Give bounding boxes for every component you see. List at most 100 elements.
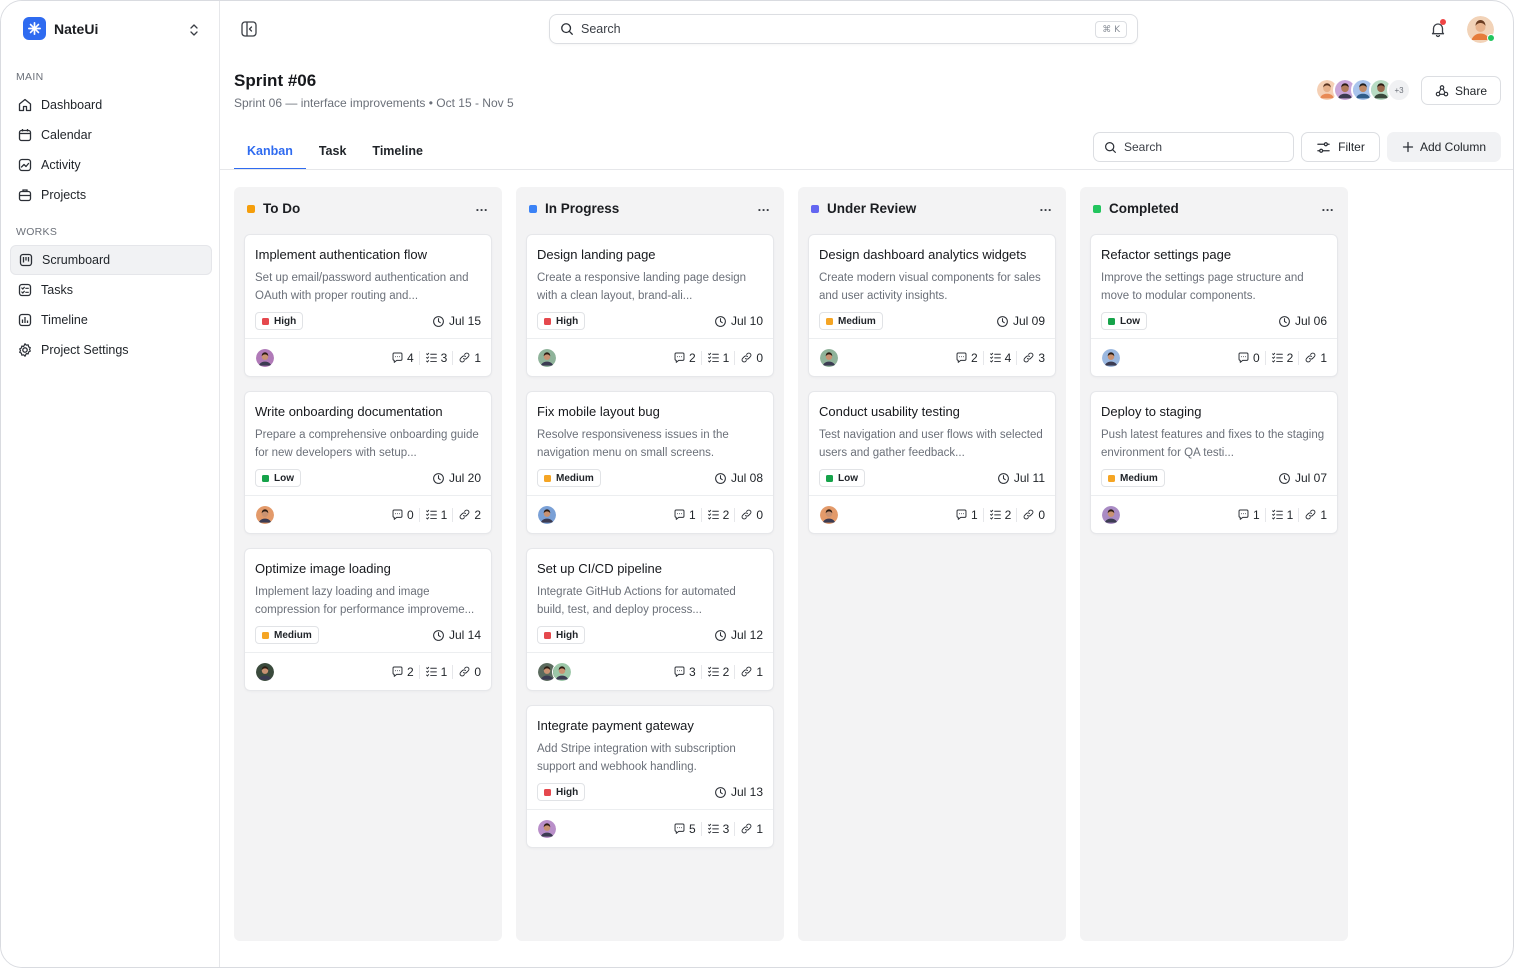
subtask-count[interactable]: 2 [700, 507, 735, 522]
task-card[interactable]: Integrate payment gateway Add Stripe inte… [526, 705, 774, 848]
assignee-avatars[interactable] [1101, 347, 1121, 368]
search-icon [561, 23, 573, 35]
card-title: Deploy to staging [1101, 404, 1202, 419]
priority-label: Medium [556, 472, 594, 484]
task-card[interactable]: Deploy to staging Push latest features an… [1090, 391, 1338, 534]
comment-count[interactable]: 2 [386, 665, 419, 679]
sidebar-item-timeline[interactable]: Timeline [10, 305, 212, 335]
card-description: Improve the settings page structure and … [1101, 272, 1304, 302]
assignee-avatars[interactable] [255, 661, 275, 682]
link-count[interactable]: 0 [1016, 507, 1045, 522]
task-card[interactable]: Implement authentication flow Set up emai… [244, 234, 492, 377]
link-count[interactable]: 1 [734, 664, 763, 679]
chevron-updown-icon[interactable] [187, 22, 201, 38]
subtask-count[interactable]: 1 [1264, 507, 1299, 522]
task-card[interactable]: Optimize image loading Implement lazy loa… [244, 548, 492, 691]
link-count[interactable]: 1 [1298, 350, 1327, 365]
link-count[interactable]: 2 [452, 507, 481, 522]
comment-count[interactable]: 5 [668, 822, 701, 836]
assignee-avatars[interactable] [819, 347, 839, 368]
subtask-count[interactable]: 2 [700, 664, 735, 679]
sidebar-item-projects[interactable]: Projects [10, 180, 212, 210]
subtask-count[interactable]: 2 [1264, 350, 1299, 365]
comment-count[interactable]: 0 [1232, 351, 1265, 365]
extra-members-count: +3 [1387, 78, 1411, 102]
priority-label: Medium [838, 315, 876, 327]
link-count-value: 1 [756, 664, 763, 679]
assignee-avatars[interactable] [537, 347, 557, 368]
assignee-avatars[interactable] [255, 504, 275, 525]
sidebar-item-tasks[interactable]: Tasks [10, 275, 212, 305]
add-column-label: Add Column [1419, 140, 1487, 154]
card-stats: 2 1 0 [668, 350, 763, 365]
sidebar-item-activity[interactable]: Activity [10, 150, 212, 180]
link-count[interactable]: 0 [734, 507, 763, 522]
more-options-icon[interactable]: ... [758, 199, 770, 214]
assignee-avatars[interactable] [819, 504, 839, 525]
link-count[interactable]: 0 [452, 664, 481, 679]
priority-color [1108, 474, 1115, 482]
task-card[interactable]: Write onboarding documentation Prepare a … [244, 391, 492, 534]
comment-icon [391, 508, 404, 521]
link-count[interactable]: 1 [734, 821, 763, 836]
link-count[interactable]: 3 [1016, 350, 1045, 365]
due-date-label: Jul 06 [1294, 314, 1327, 328]
assignee-avatars[interactable] [537, 504, 557, 525]
subtask-count[interactable]: 3 [418, 350, 453, 365]
comment-count-value: 0 [406, 507, 414, 522]
subtask-count[interactable]: 2 [982, 507, 1017, 522]
comment-count[interactable]: 2 [950, 351, 983, 365]
task-card[interactable]: Design dashboard analytics widgets Create… [808, 234, 1056, 377]
tab-timeline[interactable]: Timeline [359, 132, 435, 170]
subtask-count[interactable]: 4 [982, 350, 1017, 365]
assignee-avatars[interactable] [537, 818, 557, 839]
tab-task[interactable]: Task [306, 132, 360, 170]
task-card[interactable]: Design landing page Create a responsive l… [526, 234, 774, 377]
global-search-input[interactable]: Search ⌘ K [549, 14, 1138, 44]
card-description: Create modern visual components for sale… [819, 272, 1041, 302]
member-avatars[interactable]: +3 [1315, 78, 1411, 104]
comment-count[interactable]: 3 [668, 665, 701, 679]
tab-kanban[interactable]: Kanban [234, 132, 306, 170]
task-card[interactable]: Set up CI/CD pipeline Integrate GitHub Ac… [526, 548, 774, 691]
task-card[interactable]: Fix mobile layout bug Resolve responsiven… [526, 391, 774, 534]
share-button[interactable]: Share [1421, 76, 1501, 105]
column-title: To Do [263, 201, 301, 216]
comment-count[interactable]: 4 [386, 351, 419, 365]
comment-count[interactable]: 1 [668, 508, 701, 522]
more-options-icon[interactable]: ... [1040, 199, 1052, 214]
task-card[interactable]: Conduct usability testing Test navigation… [808, 391, 1056, 534]
link-count[interactable]: 1 [452, 350, 481, 365]
clock-icon [432, 472, 445, 485]
sidebar-item-scrumboard[interactable]: Scrumboard [10, 245, 212, 275]
link-count[interactable]: 1 [1298, 507, 1327, 522]
comment-count[interactable]: 0 [386, 508, 419, 522]
comment-count[interactable]: 1 [1232, 508, 1265, 522]
calendar-icon [18, 129, 32, 142]
comment-count[interactable]: 2 [668, 351, 701, 365]
sidebar-item-dashboard[interactable]: Dashboard [10, 90, 212, 120]
card-description: Push latest features and fixes to the st… [1101, 429, 1325, 459]
add-column-button[interactable]: Add Column [1387, 132, 1501, 162]
task-card[interactable]: Refactor settings page Improve the settin… [1090, 234, 1338, 377]
more-options-icon[interactable]: ... [1322, 199, 1334, 214]
subtask-count[interactable]: 3 [700, 821, 735, 836]
priority-badge: High [537, 626, 586, 644]
assignee-avatars[interactable] [537, 661, 572, 682]
filter-button[interactable]: Filter [1301, 132, 1380, 162]
subtask-count[interactable]: 1 [418, 507, 453, 522]
sidebar-item-label: Timeline [41, 313, 88, 327]
kanban-column: To Do... Implement authentication flow Set… [234, 187, 502, 941]
subtask-count[interactable]: 1 [700, 350, 735, 365]
more-options-icon[interactable]: ... [476, 199, 488, 214]
assignee-avatars[interactable] [255, 347, 275, 368]
board-search-input[interactable]: Search [1093, 132, 1294, 162]
sidebar-item-calendar[interactable]: Calendar [10, 120, 212, 150]
sidebar-item-project-settings[interactable]: Project Settings [10, 335, 212, 365]
subtask-count[interactable]: 1 [418, 664, 453, 679]
link-count[interactable]: 0 [734, 350, 763, 365]
sidebar-toggle-icon[interactable] [240, 20, 258, 38]
comment-count[interactable]: 1 [950, 508, 983, 522]
assignee-avatars[interactable] [1101, 504, 1121, 525]
workspace-switcher[interactable]: NateUi [23, 17, 98, 40]
